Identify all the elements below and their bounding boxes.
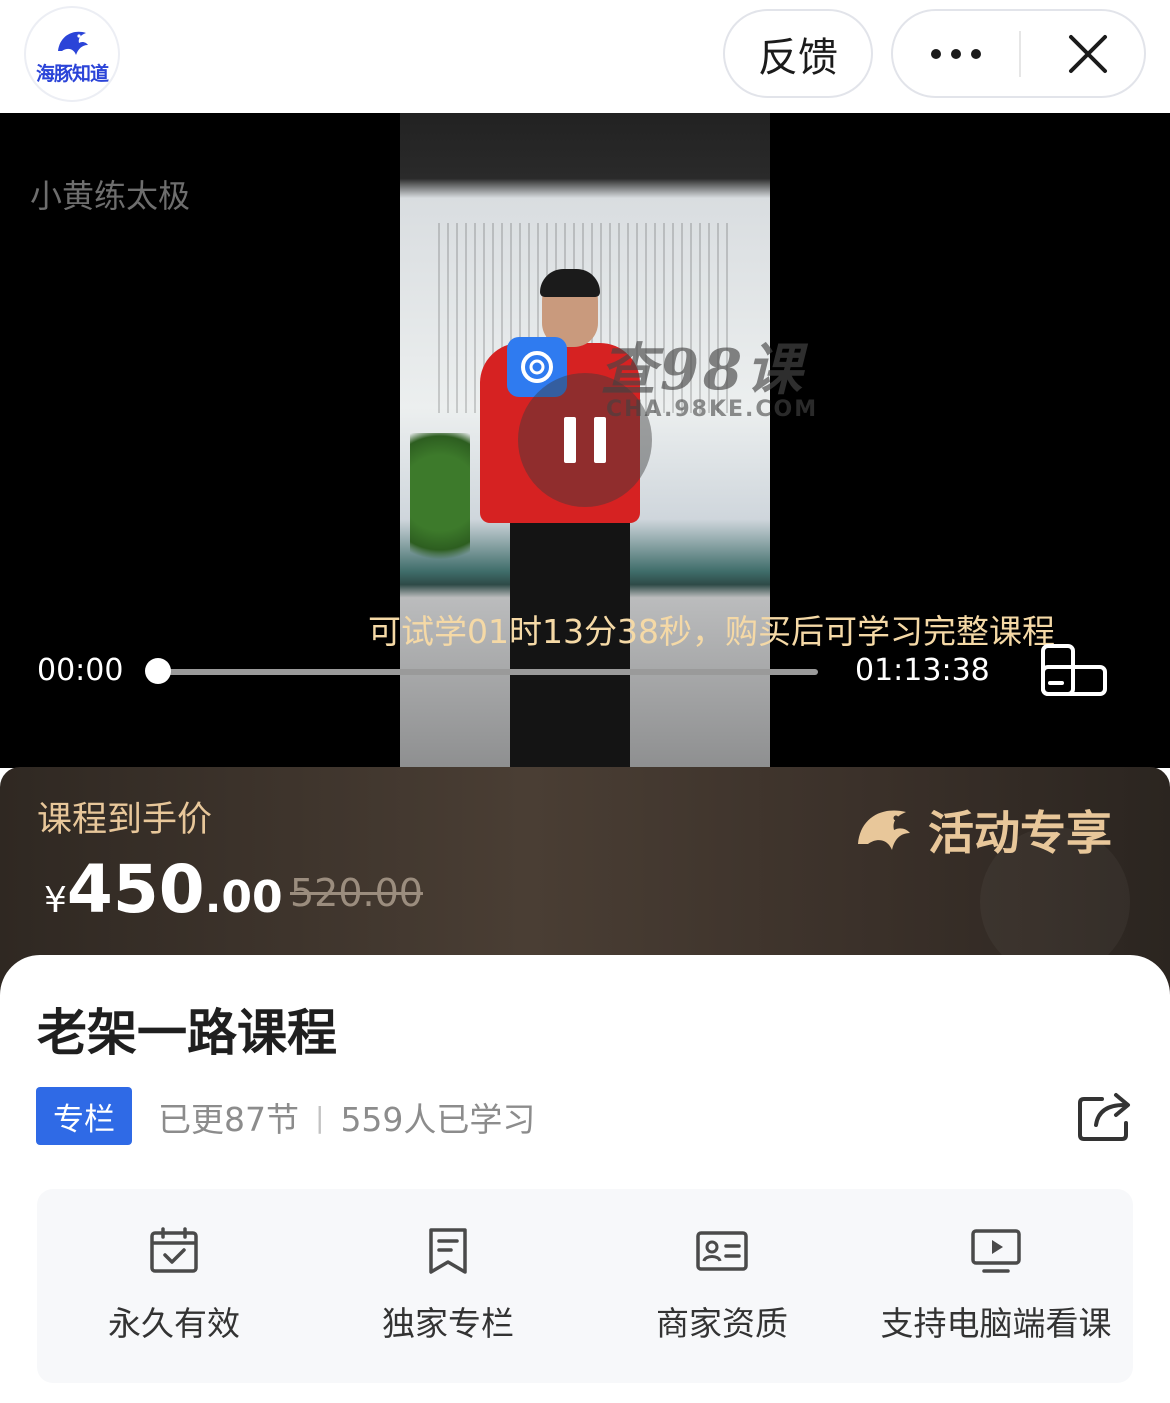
feature-list: 永久有效 独家专栏 商家资质 支持电脑端看课 [37,1189,1133,1383]
course-meta: 已更87节 | 559人已学习 [158,1093,535,1141]
plant-decoration [410,433,470,583]
close-icon[interactable] [1033,11,1143,96]
feature-label: 商家资质 [656,1304,788,1343]
price-integer: 450 [66,851,205,928]
learner-count: 559人已学习 [340,1100,536,1139]
update-count: 已更87节 [158,1100,299,1139]
more-dots-icon[interactable] [893,11,1019,96]
brand-logo[interactable]: 海豚知道 [24,6,120,102]
price-decimal: .00 [204,872,283,923]
top-bar: 海豚知道 反馈 [0,0,1170,113]
current-time: 00:00 [37,653,124,688]
price-label: 课程到手价 [37,800,213,840]
dolphin-logo-icon [58,31,88,55]
capsule-divider [1019,31,1021,77]
feature-qualification: 商家资质 [585,1189,859,1383]
instructor-hair [540,269,600,297]
column-tag: 专栏 [36,1087,132,1145]
feature-label: 永久有效 [108,1304,240,1343]
feature-label: 支持电脑端看课 [880,1304,1112,1343]
brand-name: 海豚知道 [35,62,109,85]
calendar-check-icon [150,1227,198,1273]
course-page: 海豚知道 反馈 小黄练太极 查98课 CHA.98KE.COM 可试学01时13… [0,0,1170,1403]
video-title: 小黄练太极 [30,177,191,215]
pause-icon[interactable] [518,373,652,507]
progress-thumb[interactable] [145,658,171,684]
id-card-icon [696,1231,748,1271]
monitor-play-icon [971,1229,1021,1273]
promo-label: 活动专享 [928,806,1112,860]
fullscreen-icon[interactable] [1040,643,1108,699]
feature-permanent: 永久有效 [37,1189,311,1383]
promo-badge: 活动专享 [852,797,1112,863]
feature-exclusive: 独家专栏 [311,1189,585,1383]
currency-symbol: ¥ [44,880,67,921]
course-title: 老架一路课程 [37,1004,337,1062]
share-icon[interactable] [1076,1091,1134,1143]
feedback-button[interactable]: 反馈 [723,9,873,98]
bookmark-doc-icon [429,1228,467,1274]
feature-desktop: 支持电脑端看课 [859,1189,1133,1383]
meta-separator: | [315,1100,325,1134]
video-player[interactable]: 小黄练太极 查98课 CHA.98KE.COM 可试学01时13分38秒，购买后… [0,113,1170,768]
course-info-card: 老架一路课程 专栏 已更87节 | 559人已学习 永久有效 独家专栏 商家资质… [0,955,1170,1403]
progress-bar[interactable] [158,669,818,675]
current-price: ¥450.00 [44,851,283,928]
trial-notice: 可试学01时13分38秒，购买后可学习完整课程 [368,612,1055,651]
feature-label: 独家专栏 [382,1304,514,1343]
total-time: 01:13:38 [855,653,990,688]
dolphin-promo-icon [858,810,910,850]
original-price: 520.00 [290,871,423,915]
mini-program-capsule [891,9,1146,98]
